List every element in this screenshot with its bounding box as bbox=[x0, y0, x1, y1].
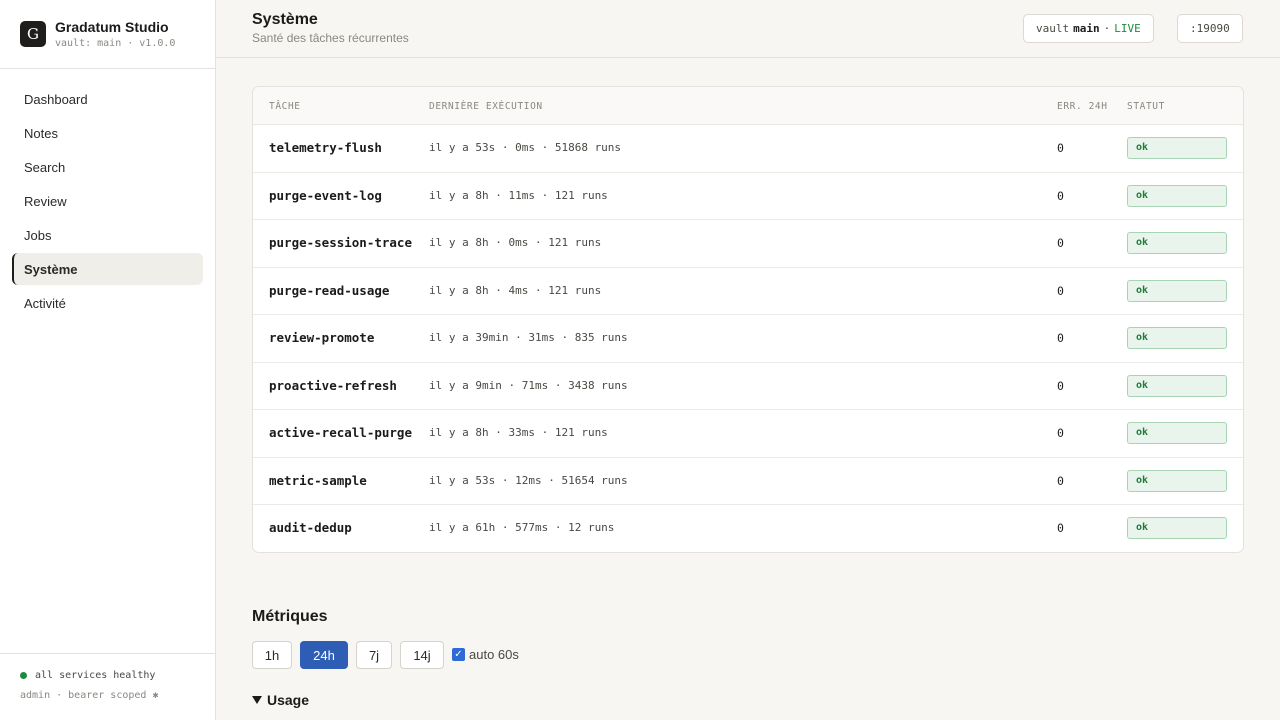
page-header: Système Santé des tâches récurrentes vau… bbox=[216, 0, 1280, 58]
auto-refresh-label: auto 60s bbox=[469, 647, 519, 662]
health-text: all services healthy bbox=[35, 670, 156, 681]
table-row[interactable]: proactive-refresh il y a 9min · 71ms · 3… bbox=[253, 363, 1243, 410]
sidebar-item-notes[interactable]: Notes bbox=[12, 117, 203, 149]
error-count: 0 bbox=[1057, 426, 1064, 440]
status-badge: ok bbox=[1127, 279, 1227, 302]
port-pill[interactable]: :19090 bbox=[1177, 14, 1243, 43]
status-badge: ok bbox=[1127, 327, 1227, 349]
status-dot-icon bbox=[20, 672, 27, 679]
table-row[interactable]: review-promote il y a 39min · 31ms · 835… bbox=[253, 315, 1243, 363]
status-badge: ok bbox=[1127, 137, 1227, 159]
status-badge: ok bbox=[1127, 469, 1227, 492]
live-indicator: LIVE bbox=[1114, 22, 1141, 35]
vault-status-pill[interactable]: vault main · LIVE bbox=[1023, 14, 1154, 43]
column-last-run: DERNIÈRE EXÉCUTION bbox=[429, 101, 543, 112]
sidebar-item-systeme[interactable]: Système bbox=[12, 253, 203, 285]
status-badge: ok bbox=[1127, 517, 1227, 539]
jobs-table: TÂCHE DERNIÈRE EXÉCUTION ERR. 24H STATUT… bbox=[252, 86, 1244, 553]
table-row[interactable]: metric-sample il y a 53s · 12ms · 51654 … bbox=[253, 458, 1243, 505]
vault-name: main bbox=[1073, 22, 1100, 35]
table-row[interactable]: active-recall-purge il y a 8h · 33ms · 1… bbox=[253, 410, 1243, 458]
usage-section-toggle[interactable]: Usage bbox=[252, 692, 309, 708]
sidebar-item-jobs[interactable]: Jobs bbox=[12, 219, 203, 251]
auto-refresh-checkbox[interactable]: ✓ bbox=[452, 648, 465, 661]
table-row[interactable]: purge-read-usage il y a 8h · 4ms · 121 r… bbox=[253, 268, 1243, 315]
last-run: il y a 39min · 31ms · 835 runs bbox=[429, 331, 628, 344]
error-count: 0 bbox=[1057, 188, 1064, 203]
error-count: 0 bbox=[1057, 141, 1064, 155]
page-subtitle: Santé des tâches récurrentes bbox=[252, 31, 409, 45]
last-run: il y a 53s · 0ms · 51868 runs bbox=[429, 141, 622, 154]
last-run: il y a 53s · 12ms · 51654 runs bbox=[429, 473, 628, 487]
last-run: il y a 61h · 577ms · 12 runs bbox=[429, 521, 615, 534]
task-name: telemetry-flush bbox=[269, 140, 382, 155]
vault-label: vault bbox=[1036, 22, 1070, 35]
separator: · bbox=[1103, 22, 1111, 35]
error-count: 0 bbox=[1057, 378, 1064, 393]
main-nav: Dashboard Notes Search Review Jobs Systè… bbox=[0, 69, 215, 319]
column-task: TÂCHE bbox=[269, 101, 301, 112]
task-name: purge-event-log bbox=[269, 187, 382, 203]
last-run: il y a 8h · 33ms · 121 runs bbox=[429, 426, 608, 439]
range-14j-button[interactable]: 14j bbox=[400, 641, 444, 669]
triangle-down-icon bbox=[252, 696, 262, 704]
table-row[interactable]: purge-event-log il y a 8h · 11ms · 121 r… bbox=[253, 173, 1243, 220]
table-row[interactable]: purge-session-trace il y a 8h · 0ms · 12… bbox=[253, 220, 1243, 268]
error-count: 0 bbox=[1057, 236, 1064, 250]
range-1h-button[interactable]: 1h bbox=[252, 641, 292, 669]
metrics-title: Métriques bbox=[252, 608, 328, 625]
table-row[interactable]: telemetry-flush il y a 53s · 0ms · 51868… bbox=[253, 125, 1243, 173]
brand-header: G Gradatum Studio vault: main · v1.0.0 bbox=[0, 0, 215, 69]
vault-version: vault: main · v1.0.0 bbox=[55, 38, 176, 49]
app-logo: G bbox=[20, 21, 46, 47]
sidebar-item-search[interactable]: Search bbox=[12, 151, 203, 183]
table-row[interactable]: audit-dedup il y a 61h · 577ms · 12 runs… bbox=[253, 505, 1243, 552]
health-status: all services healthy bbox=[20, 670, 195, 681]
error-count: 0 bbox=[1057, 521, 1064, 535]
auth-info: admin · bearer scoped ✱ bbox=[20, 690, 159, 701]
sidebar-item-activite[interactable]: Activité bbox=[12, 287, 203, 319]
last-run: il y a 8h · 4ms · 121 runs bbox=[429, 283, 602, 297]
status-badge: ok bbox=[1127, 232, 1227, 254]
task-name: purge-session-trace bbox=[269, 235, 412, 250]
last-run: il y a 8h · 0ms · 121 runs bbox=[429, 236, 602, 249]
task-name: purge-read-usage bbox=[269, 282, 390, 298]
error-count: 0 bbox=[1057, 283, 1064, 298]
status-badge: ok bbox=[1127, 422, 1227, 444]
column-errors: ERR. 24H bbox=[1057, 101, 1108, 112]
app-name: Gradatum Studio bbox=[55, 19, 169, 35]
sidebar-item-review[interactable]: Review bbox=[12, 185, 203, 217]
task-name: proactive-refresh bbox=[269, 377, 397, 393]
status-badge: ok bbox=[1127, 374, 1227, 397]
sidebar-item-dashboard[interactable]: Dashboard bbox=[12, 83, 203, 115]
status-badge: ok bbox=[1127, 184, 1227, 207]
task-name: active-recall-purge bbox=[269, 425, 412, 440]
usage-label: Usage bbox=[267, 692, 310, 708]
sidebar-footer: all services healthy admin · bearer scop… bbox=[0, 653, 215, 720]
error-count: 0 bbox=[1057, 473, 1064, 488]
task-name: audit-dedup bbox=[269, 520, 352, 535]
page-title: Système bbox=[252, 11, 318, 28]
last-run: il y a 9min · 71ms · 3438 runs bbox=[429, 378, 628, 392]
range-7j-button[interactable]: 7j bbox=[356, 641, 392, 669]
range-24h-button[interactable]: 24h bbox=[300, 641, 348, 669]
auto-refresh-toggle[interactable]: ✓ auto 60s bbox=[452, 647, 519, 662]
last-run: il y a 8h · 11ms · 121 runs bbox=[429, 188, 608, 202]
error-count: 0 bbox=[1057, 331, 1064, 345]
sidebar: G Gradatum Studio vault: main · v1.0.0 D… bbox=[0, 0, 216, 720]
column-status: STATUT bbox=[1127, 101, 1165, 112]
table-header: TÂCHE DERNIÈRE EXÉCUTION ERR. 24H STATUT bbox=[253, 87, 1243, 125]
task-name: metric-sample bbox=[269, 472, 367, 488]
task-name: review-promote bbox=[269, 330, 375, 345]
